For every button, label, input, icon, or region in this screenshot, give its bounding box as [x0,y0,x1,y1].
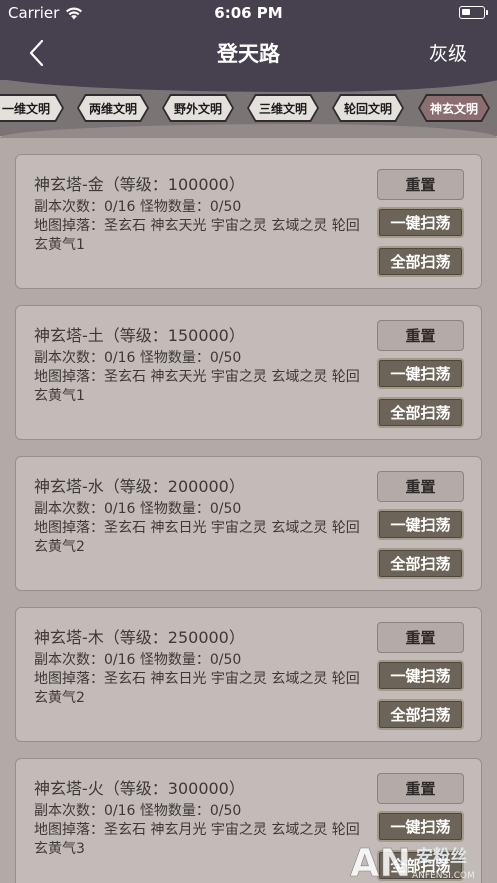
dungeon-name: 神玄塔-水（等级：200000） [34,477,245,496]
tab-civilization-2[interactable]: 两维文明 [77,94,149,122]
tab-civilization-shenxuan[interactable]: 神玄文明 [418,94,490,122]
sweep-all-button[interactable]: 全部扫荡 [377,548,464,579]
sweep-all-button[interactable]: 全部扫荡 [377,397,464,428]
reset-button[interactable]: 重置 [377,471,464,502]
tab-label: 神玄文明 [420,96,488,120]
reset-button[interactable]: 重置 [377,773,464,804]
battery-icon [459,6,488,19]
tab-label: 一维文明 [0,96,62,120]
status-time: 6:06 PM [214,4,283,22]
reset-button[interactable]: 重置 [377,622,464,653]
tab-label: 轮回文明 [334,96,402,120]
tab-civilization-3[interactable]: 三维文明 [247,94,319,122]
dungeon-drops: 地图掉落：圣玄石 神玄日光 宇宙之灵 玄域之灵 轮回玄黄气2 [34,671,360,706]
svg-text:AN: AN [350,841,411,883]
dungeon-card: 神玄塔-木（等级：250000） 副本次数：0/16 怪物数量：0/50 地图掉… [15,607,482,742]
dungeon-card: 神玄塔-金（等级：100000） 副本次数：0/16 怪物数量：0/50 地图掉… [15,154,482,289]
dungeon-drops: 地图掉落：圣玄石 神玄日光 宇宙之灵 玄域之灵 轮回玄黄气2 [34,520,360,555]
svg-text:ANFENSI.COM: ANFENSI.COM [412,871,475,881]
reset-button[interactable]: 重置 [377,169,464,200]
dungeon-counts: 副本次数：0/16 怪物数量：0/50 [34,652,242,668]
dungeon-counts: 副本次数：0/16 怪物数量：0/50 [34,501,242,517]
tab-label: 三维文明 [249,96,317,120]
dungeon-name: 神玄塔-火（等级：300000） [34,779,245,798]
tab-civilization-wild[interactable]: 野外文明 [162,94,234,122]
one-click-sweep-button[interactable]: 一键扫荡 [377,509,464,540]
sweep-all-button[interactable]: 全部扫荡 [377,246,464,277]
grade-button[interactable]: 灰级 [429,39,467,66]
dungeon-name: 神玄塔-金（等级：100000） [34,175,245,194]
dungeon-counts: 副本次数：0/16 怪物数量：0/50 [34,803,242,819]
nav-bar: 登天路 灰级 [0,26,497,80]
dungeon-name: 神玄塔-木（等级：250000） [34,628,245,647]
dungeon-card: 神玄塔-水（等级：200000） 副本次数：0/16 怪物数量：0/50 地图掉… [15,456,482,591]
sweep-all-button[interactable]: 全部扫荡 [377,699,464,730]
page-title: 登天路 [217,42,280,66]
dungeon-name: 神玄塔-土（等级：150000） [34,326,245,345]
dungeon-drops: 地图掉落：圣玄石 神玄天光 宇宙之灵 玄域之灵 轮回玄黄气1 [34,369,360,404]
tab-label: 两维文明 [79,96,147,120]
one-click-sweep-button[interactable]: 一键扫荡 [377,207,464,238]
dungeon-drops: 地图掉落：圣玄石 神玄天光 宇宙之灵 玄域之灵 轮回玄黄气1 [34,218,360,253]
civilization-tabs: 一维文明 两维文明 野外文明 三维文明 轮回文明 神玄文明 [0,94,497,122]
dungeon-drops: 地图掉落：圣玄石 神玄月光 宇宙之灵 玄域之灵 轮回玄黄气3 [34,822,360,857]
reset-button[interactable]: 重置 [377,320,464,351]
dungeon-counts: 副本次数：0/16 怪物数量：0/50 [34,350,242,366]
tab-civilization-1[interactable]: 一维文明 [0,94,64,122]
anfensi-watermark-logo: AN 安粉丝 ANFENSI.COM [350,841,475,883]
one-click-sweep-button[interactable]: 一键扫荡 [377,358,464,389]
dungeon-counts: 副本次数：0/16 怪物数量：0/50 [34,199,242,215]
tab-civilization-reincarnation[interactable]: 轮回文明 [332,94,404,122]
status-bar: Carrier 6:06 PM [0,0,497,26]
tab-label: 野外文明 [164,96,232,120]
svg-text:安粉丝: 安粉丝 [416,846,467,867]
dungeon-card: 神玄塔-土（等级：150000） 副本次数：0/16 怪物数量：0/50 地图掉… [15,305,482,440]
one-click-sweep-button[interactable]: 一键扫荡 [377,660,464,691]
